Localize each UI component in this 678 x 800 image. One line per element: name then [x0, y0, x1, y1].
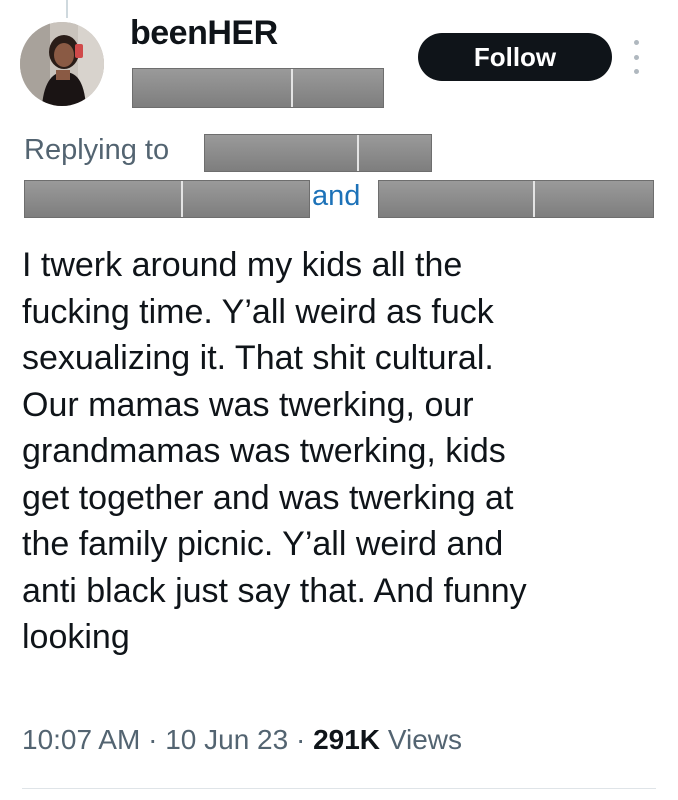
replying-to-label: Replying to [24, 134, 170, 166]
post-body-line: anti black just say that. And funny [22, 571, 527, 610]
post-body-line: I twerk around my kids all the [22, 246, 463, 284]
post-body-line: looking [22, 618, 130, 656]
post-time[interactable]: 10:07 AM [22, 724, 140, 755]
redacted-mention-3[interactable] [378, 180, 654, 218]
author-display-name[interactable]: beenHER [130, 14, 278, 53]
more-vertical-icon[interactable] [631, 40, 641, 74]
views-count[interactable]: 291K [313, 724, 380, 755]
post-body: I twerk around my kids all the fucking t… [22, 242, 662, 661]
redacted-mention-1[interactable] [204, 134, 432, 172]
post-metadata: 10:07 AM · 10 Jun 23 · 291K Views [22, 724, 462, 756]
post-body-line: get together and was twerking at [22, 478, 514, 517]
post-date[interactable]: 10 Jun 23 [165, 724, 288, 755]
meta-separator: · [148, 724, 158, 755]
redacted-username [132, 68, 384, 108]
post-body-line: fucking time. Y’all weird as fuck [22, 292, 494, 331]
divider [22, 788, 656, 789]
views-label[interactable]: Views [388, 724, 462, 755]
post-body-line: the family picnic. Y’all weird and [22, 525, 504, 563]
post-body-line: grandmamas was twerking, kids [22, 432, 506, 470]
avatar[interactable] [20, 22, 104, 106]
redacted-mention-2[interactable] [24, 180, 310, 218]
meta-separator: · [295, 724, 306, 755]
thread-connector-line [66, 0, 68, 18]
follow-button[interactable]: Follow [418, 33, 612, 81]
post-body-line: Our mamas was twerking, our [22, 385, 474, 424]
and-connector: and [312, 180, 361, 212]
avatar-photo [20, 22, 104, 106]
post-body-line: sexualizing it. That shit cultural. [22, 339, 494, 377]
